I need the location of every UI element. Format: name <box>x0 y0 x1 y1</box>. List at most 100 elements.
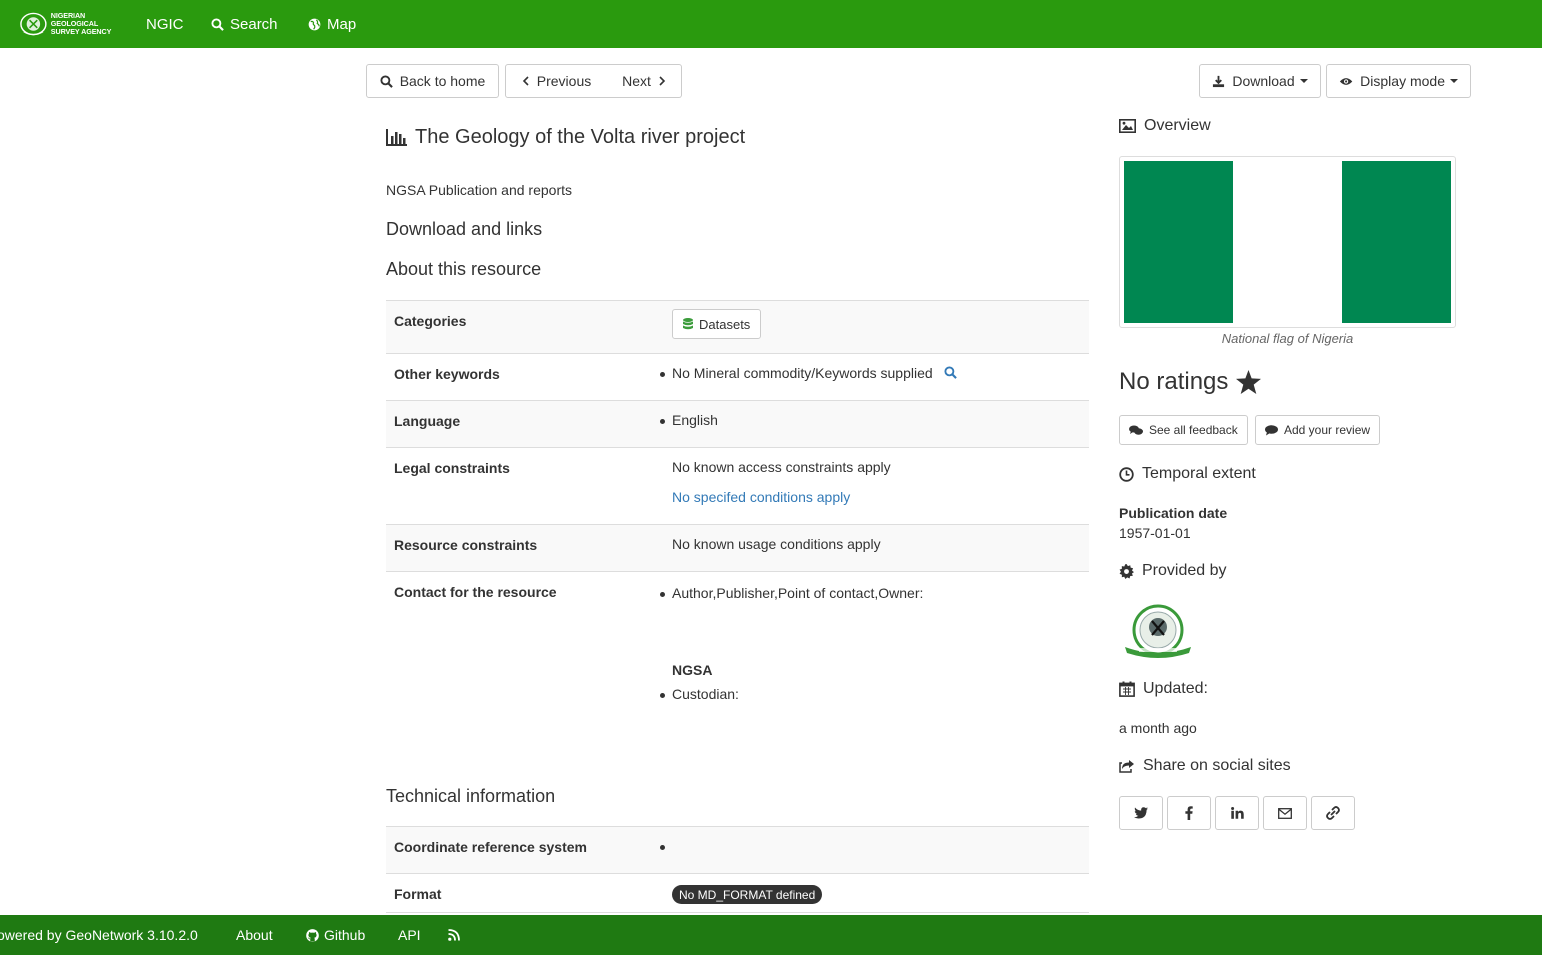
flag-stripe-right <box>1342 161 1451 323</box>
table-row-language: Language English <box>386 401 1089 448</box>
flag-stripe-left <box>1124 161 1233 323</box>
row-label: Contact for the resource <box>394 584 557 600</box>
display-mode-label: Display mode <box>1360 73 1445 89</box>
publication-date-label: Publication date <box>1119 505 1228 521</box>
share-linkedin-button[interactable] <box>1215 796 1259 830</box>
row-label: Legal constraints <box>394 460 510 476</box>
share-icon <box>1119 760 1134 773</box>
technical-info-heading: Technical information <box>386 786 556 806</box>
technical-info-table: Coordinate reference system Format No MD… <box>386 826 1089 913</box>
about-resource-heading: About this resource <box>386 259 542 279</box>
share-heading: Share on social sites <box>1119 757 1291 775</box>
record-title-text: The Geology of the Volta river project <box>415 126 746 148</box>
contact-roles: Author,Publisher,Point of contact,Owner: <box>659 585 924 601</box>
github-icon <box>306 928 319 942</box>
back-to-home-button[interactable]: Back to home <box>366 64 499 98</box>
caret-down-icon <box>1299 79 1308 83</box>
category-datasets-button[interactable]: Datasets <box>672 309 762 339</box>
search-icon[interactable] <box>944 366 957 379</box>
format-badge: No MD_FORMAT defined <box>672 885 823 904</box>
row-label: Other keywords <box>394 366 500 382</box>
row-label: Categories <box>394 313 467 329</box>
footer-github-label: Github <box>324 927 366 943</box>
record-title: The Geology of the Volta river project <box>386 126 745 149</box>
clock-icon <box>1119 466 1134 482</box>
search-icon <box>211 17 224 31</box>
share-label: Share on social sites <box>1143 757 1291 774</box>
legal-constraints-value: No known access constraints apply <box>672 459 891 475</box>
row-label: Resource constraints <box>394 537 538 553</box>
share-link-button[interactable] <box>1311 796 1355 830</box>
ratings-label: No ratings <box>1119 368 1229 395</box>
row-label: Coordinate reference system <box>394 839 587 855</box>
footer-powered-by[interactable]: owered by GeoNetwork 3.10.2.0 <box>0 915 198 955</box>
top-navbar: NIGERIAN GEOLOGICAL SURVEY AGENCY NGIC S… <box>0 0 1542 48</box>
previous-button[interactable]: Previous <box>505 64 608 98</box>
nigeria-flag-image <box>1124 161 1451 323</box>
next-button[interactable]: Next <box>607 64 682 98</box>
nav-map[interactable]: Map <box>308 0 356 48</box>
share-facebook-button[interactable] <box>1167 796 1211 830</box>
nav-search[interactable]: Search <box>211 0 278 48</box>
add-review-button[interactable]: Add your review <box>1255 415 1381 445</box>
row-label: Format <box>394 886 442 902</box>
table-row-contact: Contact for the resource Author,Publishe… <box>386 572 1089 757</box>
provided-by-label: Provided by <box>1142 562 1227 579</box>
logo-text: NIGERIAN GEOLOGICAL SURVEY AGENCY <box>50 11 112 36</box>
comments-icon <box>1129 425 1143 435</box>
rss-icon <box>448 929 460 941</box>
overview-heading: Overview <box>1119 117 1211 135</box>
see-all-feedback-button[interactable]: See all feedback <box>1119 415 1248 445</box>
overview-caption: National flag of Nigeria <box>1221 331 1354 346</box>
comment-icon <box>1265 424 1278 435</box>
gear-icon <box>1119 563 1134 579</box>
legal-conditions-link[interactable]: No specifed conditions apply <box>672 489 850 505</box>
link-icon <box>1326 806 1340 820</box>
twitter-icon <box>1134 807 1148 819</box>
about-resource-table: Categories Datasets Other keywords No Mi… <box>386 300 1089 912</box>
table-row-crs: Coordinate reference system <box>386 827 1089 874</box>
facebook-icon <box>1185 806 1193 820</box>
footer-rss-link[interactable] <box>448 915 465 955</box>
ngsa-provider-logo[interactable] <box>1119 603 1197 659</box>
linkedin-icon <box>1230 807 1244 819</box>
footer-about-link[interactable]: About <box>236 915 273 955</box>
search-icon <box>380 74 393 88</box>
table-row-keywords: Other keywords No Mineral commodity/Keyw… <box>386 354 1089 401</box>
footer: owered by GeoNetwork 3.10.2.0 About Gith… <box>0 915 1542 955</box>
add-review-label: Add your review <box>1284 423 1371 437</box>
resource-constraints-value: No known usage conditions apply <box>672 536 881 552</box>
row-label: Language <box>394 413 461 429</box>
overview-thumbnail[interactable] <box>1119 156 1456 328</box>
download-icon <box>1213 75 1225 87</box>
share-twitter-button[interactable] <box>1119 796 1163 830</box>
footer-github-link[interactable]: Github <box>306 915 365 955</box>
star-icon <box>1236 370 1262 394</box>
temporal-extent-heading: Temporal extent <box>1119 465 1256 483</box>
updated-label: Updated: <box>1143 680 1208 697</box>
footer-api-link[interactable]: API <box>398 915 421 955</box>
download-dropdown-button[interactable]: Download <box>1199 64 1321 98</box>
nav-search-label: Search <box>230 15 278 33</box>
display-mode-dropdown-button[interactable]: Display mode <box>1326 64 1471 98</box>
temporal-extent-label: Temporal extent <box>1142 465 1256 482</box>
language-value: English <box>660 412 718 428</box>
overview-label: Overview <box>1144 117 1211 134</box>
keywords-value: No Mineral commodity/Keywords supplied <box>660 365 933 381</box>
publication-date-value: 1957-01-01 <box>1119 525 1191 541</box>
download-links-heading: Download and links <box>386 219 543 239</box>
nav-brand-ngic[interactable]: NGIC <box>146 0 184 48</box>
ngsa-logo[interactable]: NIGERIAN GEOLOGICAL SURVEY AGENCY <box>19 10 131 38</box>
envelope-icon <box>1278 807 1292 819</box>
ngsa-seal-icon <box>20 12 47 36</box>
share-email-button[interactable] <box>1263 796 1307 830</box>
bar-chart-icon <box>386 129 407 146</box>
back-to-home-label: Back to home <box>399 73 486 89</box>
database-icon <box>683 318 693 330</box>
category-label: Datasets <box>699 316 751 332</box>
download-label: Download <box>1232 73 1295 89</box>
calendar-icon <box>1119 681 1135 697</box>
next-label: Next <box>622 73 651 89</box>
contact-org: NGSA <box>672 662 713 678</box>
eye-icon <box>1339 77 1353 85</box>
